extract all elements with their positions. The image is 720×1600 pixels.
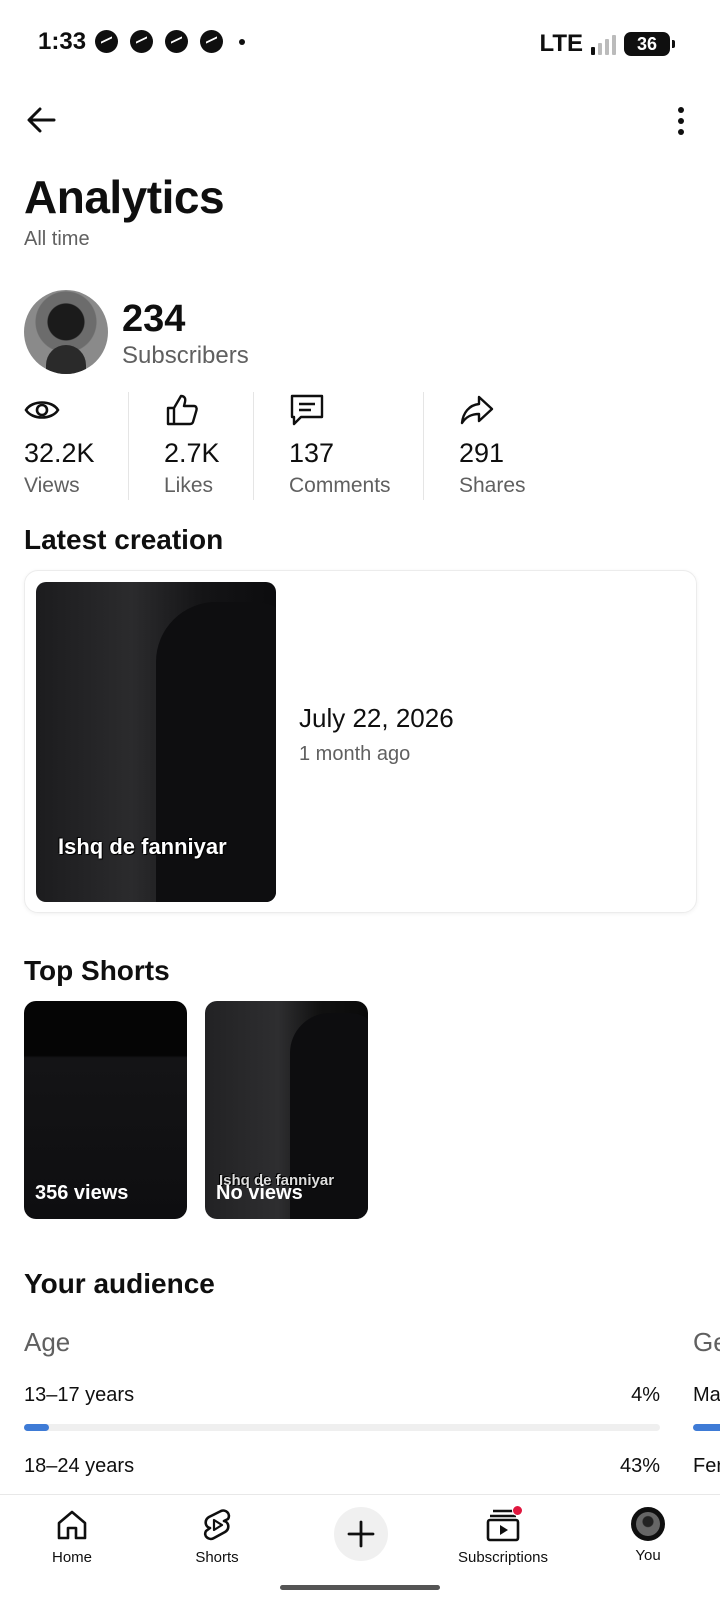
subscribers-count: 234	[122, 298, 186, 340]
shorts-icon	[203, 1509, 231, 1541]
age-label: Age	[24, 1327, 71, 1357]
stats-row: 32.2K Views 2.7K Likes 137 Comments 291 …	[24, 392, 696, 500]
age-bar-fill	[24, 1424, 50, 1431]
status-bar: 1:33 LTE 36	[0, 0, 720, 86]
channel-avatar	[24, 290, 108, 374]
time-range-label: All time	[24, 228, 90, 250]
nav-shorts-label: Shorts	[195, 1549, 239, 1566]
age-bar-track	[24, 1424, 660, 1431]
audience-heading: Your audience	[24, 1268, 215, 1299]
stat-value: 291	[459, 438, 505, 468]
back-button[interactable]	[22, 100, 62, 140]
nav-you[interactable]: You	[588, 1507, 708, 1579]
stat-value: 2.7K	[164, 438, 220, 468]
comment-icon	[290, 394, 324, 426]
thumbnail-caption: Ishq de fanniyar	[58, 834, 227, 859]
stat-value: 32.2K	[24, 438, 95, 468]
page-title: Analytics	[24, 171, 225, 223]
share-icon	[460, 395, 494, 425]
short-views: 356 views	[35, 1182, 129, 1204]
messenger-icon	[95, 30, 118, 53]
video-thumbnail[interactable]: Ishq de fanniyar	[36, 582, 276, 902]
battery-icon: 36	[624, 32, 675, 56]
upload-age: 1 month ago	[299, 743, 411, 765]
more-notifications-dot	[239, 38, 245, 45]
gender-row-label: Fer	[693, 1455, 720, 1477]
you-avatar-icon	[631, 1507, 665, 1541]
stat-views: 32.2K Views	[24, 392, 128, 500]
messenger-icon	[130, 30, 153, 53]
nav-home[interactable]: Home	[12, 1507, 132, 1579]
nav-subscriptions[interactable]: Subscriptions	[443, 1505, 563, 1579]
age-percent: 4%	[631, 1384, 660, 1406]
create-button[interactable]	[334, 1507, 388, 1561]
notification-dot	[512, 1505, 523, 1516]
nav-shorts[interactable]: Shorts	[157, 1507, 277, 1579]
home-icon	[57, 1510, 87, 1540]
messenger-icon	[200, 30, 223, 53]
stat-label: Comments	[289, 474, 391, 497]
nav-home-label: Home	[51, 1549, 92, 1566]
eye-icon	[24, 401, 60, 419]
signal-icon	[591, 33, 616, 55]
gender-bar-fill	[693, 1424, 720, 1431]
stat-value: 137	[289, 438, 335, 468]
stat-label: Views	[24, 474, 80, 497]
nav-you-label: You	[635, 1547, 661, 1564]
subscribers-label: Subscribers	[122, 342, 249, 369]
plus-icon	[347, 1520, 375, 1548]
nav-subscriptions-label: Subscriptions	[457, 1549, 549, 1566]
short-thumbnail[interactable]: 356 views	[24, 1001, 187, 1219]
more-options-button[interactable]	[664, 104, 698, 138]
status-time: 1:33	[38, 28, 87, 55]
latest-creation-card[interactable]: Ishq de fanniyar July 22, 2026 1 month a…	[24, 570, 697, 913]
stat-likes: 2.7K Likes	[129, 392, 253, 500]
messenger-icon	[165, 30, 188, 53]
stat-label: Shares	[459, 474, 526, 497]
age-range-label: 13–17 years	[24, 1384, 135, 1406]
age-range-label: 18–24 years	[24, 1455, 135, 1477]
notification-icons	[95, 30, 245, 53]
gender-label: Ge	[693, 1327, 720, 1357]
upload-date: July 22, 2026	[299, 703, 454, 733]
arrow-left-icon	[27, 107, 56, 133]
stat-shares: 291 Shares	[424, 392, 564, 500]
top-shorts-heading: Top Shorts	[24, 955, 170, 986]
short-views: No views	[216, 1182, 303, 1204]
latest-creation-heading: Latest creation	[24, 524, 224, 555]
gender-row-label: Ma	[693, 1384, 720, 1406]
thumbs-up-icon	[166, 394, 198, 426]
stat-comments: 137 Comments	[254, 392, 423, 500]
short-thumbnail[interactable]: Ishq de fanniyar No views	[205, 1001, 368, 1219]
age-percent: 43%	[619, 1455, 660, 1477]
stat-label: Likes	[164, 474, 214, 497]
network-type: LTE	[539, 30, 583, 57]
gesture-home-indicator	[280, 1585, 440, 1590]
